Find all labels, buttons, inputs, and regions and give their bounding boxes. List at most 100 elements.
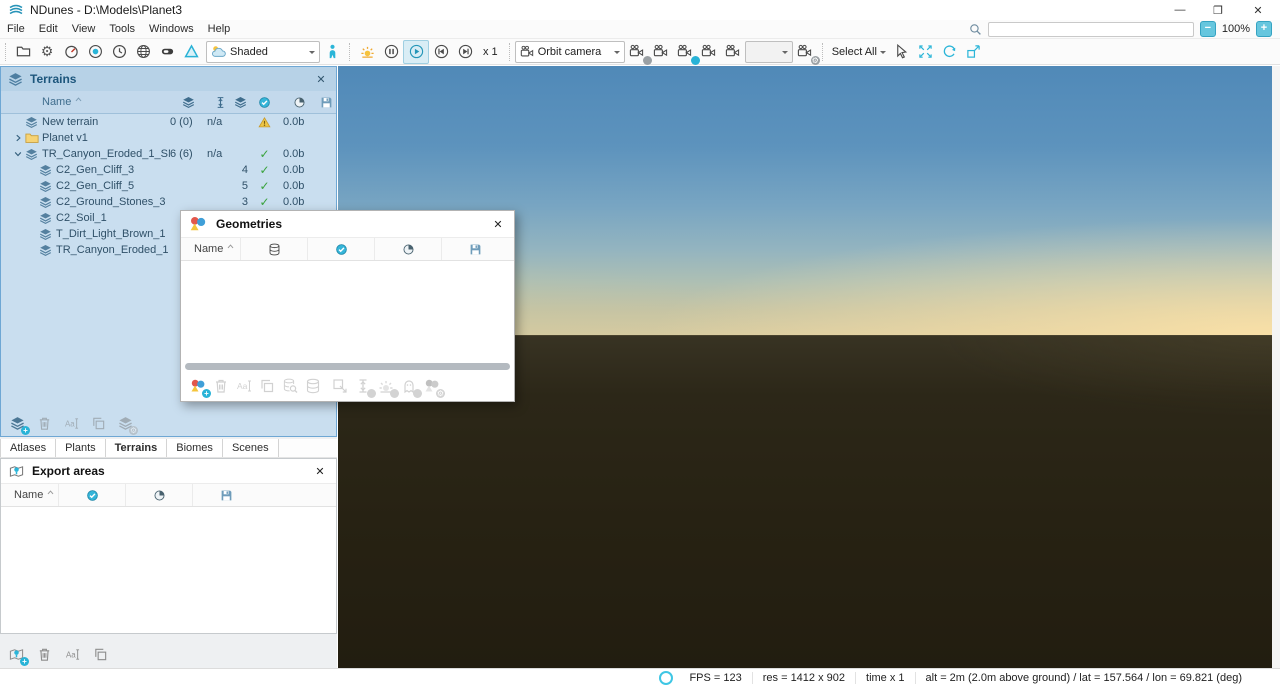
terrain-settings-button[interactable]: ⚙ bbox=[115, 413, 135, 433]
pointer-tool-button[interactable] bbox=[890, 41, 914, 63]
column-header-height-icon[interactable] bbox=[207, 96, 233, 109]
column-header-name[interactable]: Name bbox=[181, 243, 240, 255]
menu-item-windows[interactable]: Windows bbox=[142, 23, 201, 35]
tab-terrains[interactable]: Terrains bbox=[106, 439, 168, 457]
column-header-name[interactable]: Name bbox=[42, 96, 170, 108]
camera-save-button[interactable] bbox=[697, 41, 721, 63]
column-header-save-icon[interactable] bbox=[192, 484, 259, 506]
avatar-mode-button[interactable] bbox=[320, 41, 344, 63]
toolbar-grip[interactable] bbox=[509, 43, 510, 61]
toolbar-grip[interactable] bbox=[822, 43, 823, 61]
delete-geometry-button[interactable] bbox=[211, 376, 231, 396]
tab-scenes[interactable]: Scenes bbox=[223, 439, 279, 457]
column-header-usage-icon[interactable] bbox=[279, 96, 316, 109]
camera-settings-button[interactable]: ⚙ bbox=[793, 41, 817, 63]
column-header-save-icon[interactable] bbox=[441, 238, 508, 260]
performance-gauge-button[interactable] bbox=[59, 41, 83, 63]
close-icon[interactable]: ✕ bbox=[490, 218, 506, 231]
planet-button[interactable] bbox=[131, 41, 155, 63]
restore-button[interactable]: ❐ bbox=[1196, 0, 1240, 20]
import-height-button[interactable] bbox=[353, 376, 373, 396]
menu-item-view[interactable]: View bbox=[65, 23, 103, 35]
rename-geometry-button[interactable] bbox=[234, 376, 254, 396]
close-icon[interactable]: ✕ bbox=[312, 465, 328, 478]
camera-remove-button[interactable] bbox=[625, 41, 649, 63]
step-back-button[interactable] bbox=[429, 41, 453, 63]
play-button[interactable] bbox=[403, 40, 429, 64]
table-row[interactable]: New terrain0 (0)n/a0.0b bbox=[1, 114, 336, 130]
visibility-button[interactable] bbox=[83, 41, 107, 63]
tab-plants[interactable]: Plants bbox=[56, 439, 106, 457]
tab-atlases[interactable]: Atlases bbox=[0, 439, 56, 457]
time-button[interactable] bbox=[107, 41, 131, 63]
resolution-value: res = 1412 x 902 bbox=[763, 672, 845, 684]
pause-button[interactable] bbox=[379, 41, 403, 63]
import-light-button[interactable] bbox=[376, 376, 396, 396]
duplicate-export-area-button[interactable] bbox=[90, 644, 110, 664]
column-header-status-icon[interactable] bbox=[58, 484, 125, 506]
column-header-terrain-icon[interactable] bbox=[170, 96, 207, 109]
expander-icon[interactable] bbox=[11, 149, 25, 159]
tab-biomes[interactable]: Biomes bbox=[167, 439, 223, 457]
add-geometry-button[interactable]: + bbox=[188, 376, 208, 396]
step-forward-button[interactable] bbox=[453, 41, 477, 63]
toolbar-grip[interactable] bbox=[5, 43, 6, 61]
export-areas-list[interactable] bbox=[1, 507, 336, 633]
delete-export-area-button[interactable] bbox=[34, 644, 54, 664]
render-mode-dropdown[interactable]: Shaded bbox=[206, 41, 320, 63]
expander-icon[interactable] bbox=[11, 133, 25, 143]
menu-item-tools[interactable]: Tools bbox=[102, 23, 142, 35]
camera-record-button[interactable] bbox=[673, 41, 697, 63]
column-header-status-icon[interactable] bbox=[307, 238, 374, 260]
daylight-button[interactable] bbox=[355, 41, 379, 63]
menu-item-help[interactable]: Help bbox=[201, 23, 238, 35]
settings-button[interactable]: ⚙ bbox=[35, 41, 59, 63]
camera-snapshot-button[interactable] bbox=[649, 41, 673, 63]
prism-button[interactable] bbox=[179, 41, 203, 63]
geometries-dialog-header[interactable]: Geometries ✕ bbox=[181, 211, 514, 237]
search-input[interactable] bbox=[988, 22, 1194, 37]
scrollbar-thumb[interactable] bbox=[185, 363, 510, 370]
scale-tool-button[interactable] bbox=[962, 41, 986, 63]
table-row[interactable]: TR_Canyon_Eroded_1_SM_lite6 (6)n/a✓0.0b bbox=[1, 146, 336, 162]
close-icon[interactable]: ✕ bbox=[313, 73, 329, 86]
import-object-button[interactable] bbox=[399, 376, 419, 396]
zoom-out-button[interactable]: − bbox=[1200, 21, 1216, 37]
rotate-tool-button[interactable] bbox=[938, 41, 962, 63]
menu-item-file[interactable]: File bbox=[0, 23, 32, 35]
toolbar-grip[interactable] bbox=[349, 43, 350, 61]
add-export-area-button[interactable]: + bbox=[6, 644, 26, 664]
column-header-layers-icon[interactable] bbox=[233, 96, 250, 109]
table-row[interactable]: C2_Gen_Cliff_55✓0.0b bbox=[1, 178, 336, 194]
menu-item-edit[interactable]: Edit bbox=[32, 23, 65, 35]
rename-export-area-button[interactable] bbox=[62, 644, 82, 664]
database-button[interactable] bbox=[303, 376, 323, 396]
open-file-button[interactable] bbox=[11, 41, 35, 63]
delete-terrain-button[interactable] bbox=[34, 413, 54, 433]
camera-load-button[interactable] bbox=[721, 41, 745, 63]
geometries-list[interactable] bbox=[181, 261, 514, 362]
table-row[interactable]: C2_Gen_Cliff_34✓0.0b bbox=[1, 162, 336, 178]
column-header-name[interactable]: Name bbox=[1, 489, 58, 501]
table-row[interactable]: C2_Ground_Stones_33✓0.0b bbox=[1, 194, 336, 210]
import-box-button[interactable] bbox=[330, 376, 350, 396]
rename-terrain-button[interactable] bbox=[61, 413, 81, 433]
add-terrain-button[interactable]: + bbox=[7, 413, 27, 433]
select-mode-dropdown[interactable]: Select All bbox=[828, 46, 890, 58]
duplicate-geometry-button[interactable] bbox=[257, 376, 277, 396]
column-header-usage-icon[interactable] bbox=[374, 238, 441, 260]
column-header-save-icon[interactable] bbox=[316, 96, 336, 109]
close-button[interactable]: ✕ bbox=[1236, 0, 1280, 20]
capsule-button[interactable] bbox=[155, 41, 179, 63]
duplicate-terrain-button[interactable] bbox=[88, 413, 108, 433]
table-row[interactable]: Planet v1 bbox=[1, 130, 336, 146]
zoom-in-button[interactable]: + bbox=[1256, 21, 1272, 37]
column-header-source-icon[interactable] bbox=[240, 238, 307, 260]
move-tool-button[interactable] bbox=[914, 41, 938, 63]
camera-preset-dropdown[interactable] bbox=[745, 41, 793, 63]
browse-database-button[interactable] bbox=[280, 376, 300, 396]
column-header-status-icon[interactable] bbox=[250, 96, 279, 109]
geometry-settings-button[interactable]: ⚙ bbox=[422, 376, 442, 396]
column-header-usage-icon[interactable] bbox=[125, 484, 192, 506]
camera-mode-dropdown[interactable]: Orbit camera bbox=[515, 41, 625, 63]
